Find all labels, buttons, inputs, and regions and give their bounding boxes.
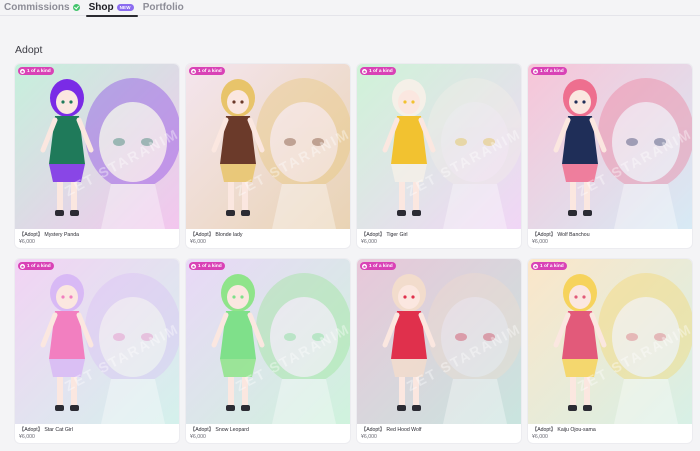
- product-image[interactable]: ZET STARANIMATION ★ 1 of a kind: [357, 64, 521, 229]
- new-badge: NEW: [116, 4, 134, 11]
- star-icon: ★: [533, 263, 538, 269]
- one-of-a-kind-badge: ★ 1 of a kind: [189, 262, 225, 270]
- product-image[interactable]: ZET STARANIMATION ★ 1 of a kind: [186, 259, 350, 424]
- product-image[interactable]: ZET STARANIMATION ★ 1 of a kind: [528, 259, 692, 424]
- badge-label: 1 of a kind: [27, 263, 51, 269]
- product-card[interactable]: ZET STARANIMATION ★ 1 of a kind 【Adopt】 …: [186, 64, 350, 248]
- product-info: 【Adopt】 Blonde lady ¥6,000: [186, 229, 350, 248]
- star-icon: ★: [533, 68, 538, 74]
- product-card[interactable]: ZET STARANIMATION ★ 1 of a kind 【Adopt】 …: [528, 64, 692, 248]
- product-price: ¥6,000: [19, 434, 35, 440]
- badge-label: 1 of a kind: [369, 68, 393, 74]
- star-icon: ★: [362, 263, 367, 269]
- badge-label: 1 of a kind: [198, 68, 222, 74]
- tab-portfolio-label: Portfolio: [142, 2, 184, 13]
- product-title[interactable]: 【Adopt】 Mystery Panda: [19, 232, 175, 239]
- product-image[interactable]: ZET STARANIMATION ★ 1 of a kind: [528, 64, 692, 229]
- product-image[interactable]: ZET STARANIMATION ★ 1 of a kind: [357, 259, 521, 424]
- one-of-a-kind-badge: ★ 1 of a kind: [531, 262, 567, 270]
- star-icon: ★: [20, 263, 25, 269]
- product-card[interactable]: ZET STARANIMATION ★ 1 of a kind 【Adopt】 …: [15, 64, 179, 248]
- product-image[interactable]: ZET STARANIMATION ★ 1 of a kind: [15, 259, 179, 424]
- one-of-a-kind-badge: ★ 1 of a kind: [18, 67, 54, 75]
- product-title[interactable]: 【Adopt】 Snow Leopard: [190, 427, 346, 434]
- product-info: 【Adopt】 Red Hood Wolf ¥6,000: [357, 424, 521, 443]
- product-card[interactable]: ZET STARANIMATION ★ 1 of a kind 【Adopt】 …: [15, 259, 179, 443]
- product-card[interactable]: ZET STARANIMATION ★ 1 of a kind 【Adopt】 …: [186, 259, 350, 443]
- product-image[interactable]: ZET STARANIMATION ★ 1 of a kind: [15, 64, 179, 229]
- tab-portfolio[interactable]: Portfolio: [143, 0, 184, 15]
- product-price: ¥6,000: [361, 434, 377, 440]
- top-nav: Commissions Shop NEW Portfolio: [0, 0, 700, 17]
- product-price: ¥6,000: [190, 434, 206, 440]
- tab-commissions-label: Commissions: [4, 2, 70, 13]
- product-image[interactable]: ZET STARANIMATION ★ 1 of a kind: [186, 64, 350, 229]
- product-title[interactable]: 【Adopt】 Blonde lady: [190, 232, 346, 239]
- badge-label: 1 of a kind: [369, 263, 393, 269]
- product-price: ¥6,000: [361, 239, 377, 245]
- product-info: 【Adopt】 Mystery Panda ¥6,000: [15, 229, 179, 248]
- star-icon: ★: [191, 263, 196, 269]
- product-price: ¥6,000: [532, 239, 548, 245]
- product-card[interactable]: ZET STARANIMATION ★ 1 of a kind 【Adopt】 …: [528, 259, 692, 443]
- product-info: 【Adopt】 Tiger Girl ¥6,000: [357, 229, 521, 248]
- product-info: 【Adopt】 Star Cat Girl ¥6,000: [15, 424, 179, 443]
- product-title[interactable]: 【Adopt】 Star Cat Girl: [19, 427, 175, 434]
- tab-shop-label: Shop: [88, 2, 114, 13]
- product-grid: ZET STARANIMATION ★ 1 of a kind 【Adopt】 …: [15, 64, 692, 443]
- product-title[interactable]: 【Adopt】 Red Hood Wolf: [361, 427, 517, 434]
- one-of-a-kind-badge: ★ 1 of a kind: [531, 67, 567, 75]
- product-title[interactable]: 【Adopt】 Kaiju Ojou-sama: [532, 427, 688, 434]
- product-title[interactable]: 【Adopt】 Tiger Girl: [361, 232, 517, 239]
- one-of-a-kind-badge: ★ 1 of a kind: [360, 67, 396, 75]
- star-icon: ★: [191, 68, 196, 74]
- product-info: 【Adopt】 Wolf Banchou ¥6,000: [528, 229, 692, 248]
- product-title[interactable]: 【Adopt】 Wolf Banchou: [532, 232, 688, 239]
- badge-label: 1 of a kind: [540, 263, 564, 269]
- product-info: 【Adopt】 Kaiju Ojou-sama ¥6,000: [528, 424, 692, 443]
- tab-commissions[interactable]: Commissions: [4, 0, 80, 15]
- one-of-a-kind-badge: ★ 1 of a kind: [360, 262, 396, 270]
- open-status-icon: [72, 4, 80, 11]
- product-price: ¥6,000: [532, 434, 548, 440]
- star-icon: ★: [20, 68, 25, 74]
- product-price: ¥6,000: [19, 239, 35, 245]
- badge-label: 1 of a kind: [27, 68, 51, 74]
- product-card[interactable]: ZET STARANIMATION ★ 1 of a kind 【Adopt】 …: [357, 64, 521, 248]
- one-of-a-kind-badge: ★ 1 of a kind: [189, 67, 225, 75]
- section-title: Adopt: [15, 44, 43, 56]
- star-icon: ★: [362, 68, 367, 74]
- badge-label: 1 of a kind: [540, 68, 564, 74]
- tab-shop[interactable]: Shop NEW: [85, 0, 138, 17]
- one-of-a-kind-badge: ★ 1 of a kind: [18, 262, 54, 270]
- product-price: ¥6,000: [190, 239, 206, 245]
- badge-label: 1 of a kind: [198, 263, 222, 269]
- product-info: 【Adopt】 Snow Leopard ¥6,000: [186, 424, 350, 443]
- product-card[interactable]: ZET STARANIMATION ★ 1 of a kind 【Adopt】 …: [357, 259, 521, 443]
